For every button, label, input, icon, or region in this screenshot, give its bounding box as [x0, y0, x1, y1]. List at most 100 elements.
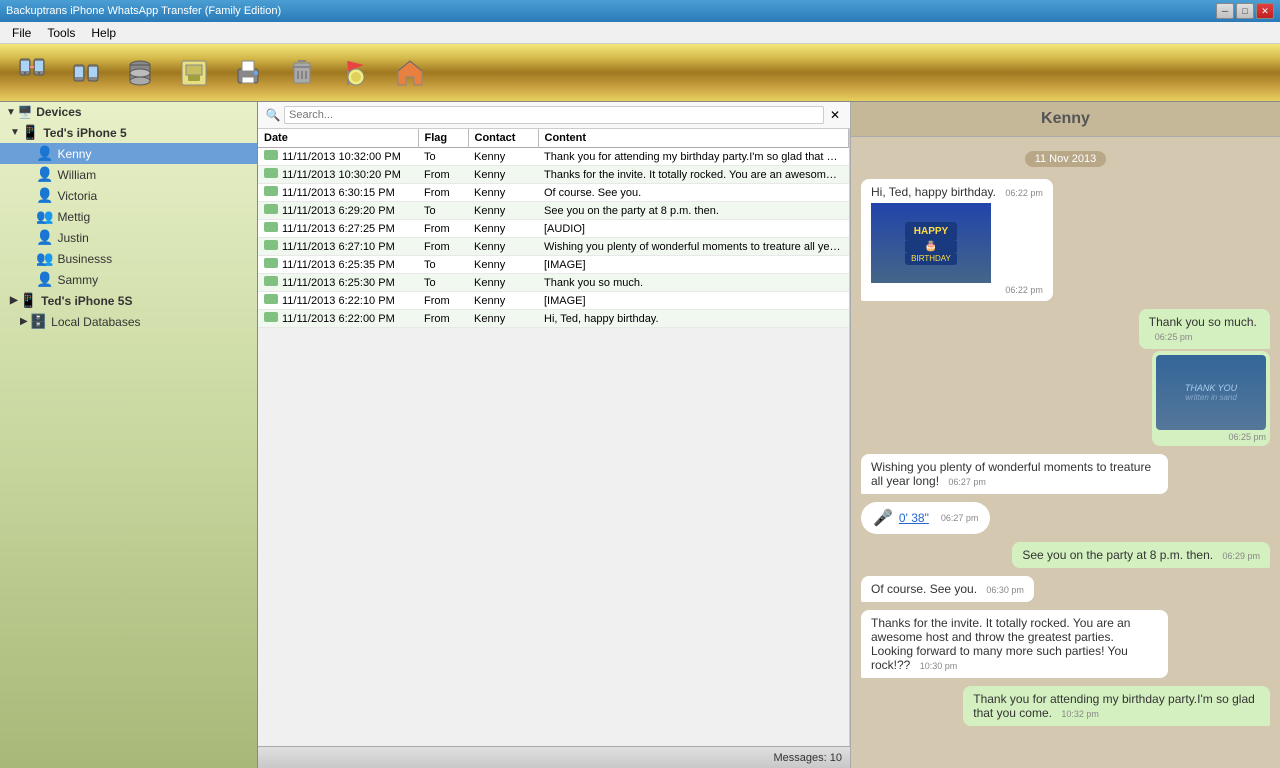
content-area: 🔍 ✕ Date Flag Contact Content	[258, 102, 1280, 768]
iphone5-expand-arrow: ▼	[10, 127, 20, 138]
sidebar-item-sammy[interactable]: 👤 Sammy	[0, 269, 257, 290]
table-row[interactable]: 11/11/2013 6:29:20 PM To Kenny See you o…	[258, 202, 849, 220]
iphone-transfer-icon	[16, 57, 48, 89]
table-row[interactable]: 11/11/2013 6:27:25 PM From Kenny [AUDIO]	[258, 220, 849, 238]
cell-content: [IMAGE]	[538, 292, 849, 310]
database-icon	[124, 57, 156, 89]
sidebar-item-businesss[interactable]: 👥 Businesss	[0, 248, 257, 269]
microphone-icon: 🎤	[873, 508, 893, 528]
menu-help[interactable]: Help	[83, 24, 124, 42]
william-label: William	[57, 168, 96, 182]
justin-label: Justin	[57, 231, 88, 245]
cell-flag: To	[418, 148, 468, 166]
sidebar-item-kenny[interactable]: 👤 Kenny	[0, 143, 257, 164]
table-row[interactable]: 11/11/2013 6:27:10 PM From Kenny Wishing…	[258, 238, 849, 256]
cell-date: 11/11/2013 10:32:00 PM	[258, 148, 418, 166]
menu-tools[interactable]: Tools	[39, 24, 83, 42]
msg-image-sent: THANK YOU written in sand 06:25 pm	[1152, 351, 1270, 446]
msg-text-5: Of course. See you.	[871, 582, 977, 596]
titlebar-controls: ─ □ ✕	[1216, 3, 1274, 19]
statusbar: Messages: 10	[258, 746, 850, 768]
flag-icon	[340, 57, 372, 89]
mettig-icon: 👥	[36, 208, 53, 225]
iphone5s-expand-arrow: ▶	[10, 295, 18, 306]
msg-bubble-6: Thanks for the invite. It totally rocked…	[861, 610, 1168, 678]
cell-date: 11/11/2013 6:30:15 PM	[258, 184, 418, 202]
iphone5-icon: 📱	[22, 124, 39, 141]
print-icon	[232, 57, 264, 89]
minimize-button[interactable]: ─	[1216, 3, 1234, 19]
audio-duration[interactable]: 0' 38"	[899, 511, 929, 525]
table-area: Date Flag Contact Content 11/11/2013 10:…	[258, 129, 850, 746]
cell-flag: From	[418, 292, 468, 310]
col-date[interactable]: Date	[258, 129, 418, 148]
thank-you-image: THANK YOU written in sand	[1156, 355, 1266, 430]
toolbar-print[interactable]	[224, 49, 272, 97]
toolbar-delete[interactable]	[278, 49, 326, 97]
cell-flag: From	[418, 310, 468, 328]
delete-icon	[286, 57, 318, 89]
col-content[interactable]: Content	[538, 129, 849, 148]
close-button[interactable]: ✕	[1256, 3, 1274, 19]
title-text: Backuptrans iPhone WhatsApp Transfer (Fa…	[6, 5, 281, 17]
col-flag[interactable]: Flag	[418, 129, 468, 148]
toolbar	[0, 44, 1280, 102]
table-row[interactable]: 11/11/2013 10:32:00 PM To Kenny Thank yo…	[258, 148, 849, 166]
sidebar-item-justin[interactable]: 👤 Justin	[0, 227, 257, 248]
mettig-label: Mettig	[57, 210, 90, 224]
col-contact[interactable]: Contact	[468, 129, 538, 148]
table-row[interactable]: 11/11/2013 6:30:15 PM From Kenny Of cour…	[258, 184, 849, 202]
cell-date: 11/11/2013 10:30:20 PM	[258, 166, 418, 184]
search-clear-button[interactable]: ✕	[824, 104, 846, 126]
businesss-icon: 👥	[36, 250, 53, 267]
table-row[interactable]: 11/11/2013 6:25:30 PM To Kenny Thank you…	[258, 274, 849, 292]
william-icon: 👤	[36, 166, 53, 183]
cell-content: Thank you for attending my birthday part…	[538, 148, 849, 166]
toolbar-flag[interactable]	[332, 49, 380, 97]
toolbar-devices[interactable]	[62, 49, 110, 97]
menubar: File Tools Help	[0, 22, 1280, 44]
sidebar-item-victoria[interactable]: 👤 Victoria	[0, 185, 257, 206]
cell-contact: Kenny	[468, 220, 538, 238]
cell-date: 11/11/2013 6:22:00 PM	[258, 310, 418, 328]
backup-icon	[178, 57, 210, 89]
home-icon	[394, 57, 426, 89]
birthday-image: HAPPY 🎂 BIRTHDAY	[871, 203, 991, 283]
msg-bubble-4: See you on the party at 8 p.m. then. 06:…	[1012, 542, 1270, 568]
sidebar-item-teds-iphone5[interactable]: ▼ 📱 Ted's iPhone 5	[0, 122, 257, 143]
table-row[interactable]: 11/11/2013 6:22:00 PM From Kenny Hi, Ted…	[258, 310, 849, 328]
table-row[interactable]: 11/11/2013 6:22:10 PM From Kenny [IMAGE]	[258, 292, 849, 310]
table-body: 11/11/2013 10:32:00 PM To Kenny Thank yo…	[258, 148, 849, 328]
sidebar: ▼ 🖥️ Devices ▼ 📱 Ted's iPhone 5 👤 Kenny …	[0, 102, 258, 768]
sidebar-item-local-databases[interactable]: ▶ 🗄️ Local Databases	[0, 311, 257, 332]
table-row[interactable]: 11/11/2013 6:25:35 PM To Kenny [IMAGE]	[258, 256, 849, 274]
chat-panel: Kenny 11 Nov 2013 Hi, Ted, happy birthda…	[850, 102, 1280, 768]
msg-text-2: Thank you so much.	[1149, 315, 1257, 329]
toolbar-iphone-transfer[interactable]	[8, 49, 56, 97]
iphone5-label: Ted's iPhone 5	[43, 126, 126, 140]
toolbar-home[interactable]	[386, 49, 434, 97]
cell-contact: Kenny	[468, 274, 538, 292]
sidebar-item-mettig[interactable]: 👥 Mettig	[0, 206, 257, 227]
devices-icon	[70, 57, 102, 89]
sammy-icon: 👤	[36, 271, 53, 288]
sidebar-item-william[interactable]: 👤 William	[0, 164, 257, 185]
toolbar-database[interactable]	[116, 49, 164, 97]
cell-flag: To	[418, 274, 468, 292]
msg-group-sent-1: Thank you so much. 06:25 pm THANK YOU wr…	[1095, 309, 1270, 446]
cell-flag: From	[418, 220, 468, 238]
cell-flag: To	[418, 202, 468, 220]
menu-file[interactable]: File	[4, 24, 39, 42]
table-row[interactable]: 11/11/2013 10:30:20 PM From Kenny Thanks…	[258, 166, 849, 184]
search-go-button[interactable]: 🔍	[262, 104, 284, 126]
search-input[interactable]	[284, 106, 824, 124]
maximize-button[interactable]: □	[1236, 3, 1254, 19]
devices-header[interactable]: ▼ 🖥️ Devices	[0, 102, 257, 122]
cell-content: Thanks for the invite. It totally rocked…	[538, 166, 849, 184]
thank-you-img-content: THANK YOU written in sand	[1156, 355, 1266, 430]
kenny-icon: 👤	[36, 145, 53, 162]
devices-label: Devices	[36, 105, 81, 119]
sidebar-item-teds-iphone5s[interactable]: ▶ 📱 Ted's iPhone 5S	[0, 290, 257, 311]
toolbar-backup[interactable]	[170, 49, 218, 97]
devices-icon-sidebar: 🖥️	[18, 105, 33, 119]
